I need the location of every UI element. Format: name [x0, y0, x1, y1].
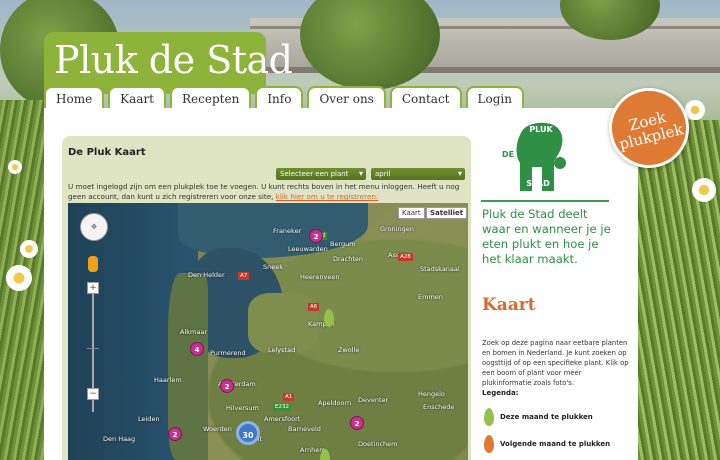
zoom-slider-handle[interactable]	[87, 348, 99, 349]
orange-leaf-icon	[484, 435, 494, 453]
map-label: Hengelo	[418, 390, 445, 398]
map-label: Woerden	[203, 425, 232, 433]
cluster-marker-large[interactable]: 30	[236, 421, 260, 445]
map-info-body: U moet ingelogd zijn om een plukplek toe…	[68, 182, 460, 201]
map-label: Den Helder	[188, 271, 225, 279]
nav-item-contact[interactable]: Contact	[389, 86, 462, 110]
daisy-decoration	[6, 265, 32, 291]
map-label: Purmerend	[210, 349, 246, 357]
green-leaf-icon	[484, 408, 494, 426]
map-label: Leeuwarden	[288, 245, 328, 253]
nav-item-kaart[interactable]: Kaart	[108, 86, 167, 110]
map-label: Leiden	[138, 415, 160, 423]
logo-text-pluk: PLUK	[529, 125, 553, 134]
site-title[interactable]: Pluk de Stad	[54, 36, 293, 84]
daisy-decoration	[20, 240, 38, 258]
daisy-decoration	[685, 100, 705, 120]
background-tree	[300, 0, 440, 90]
nav-item-recepten[interactable]: Recepten	[170, 86, 252, 110]
section-description: Zoek op deze pagina naar eetbare planten…	[482, 339, 629, 387]
register-link[interactable]: klik hier om u te registreren.	[276, 192, 378, 201]
background-grass	[638, 120, 720, 460]
nav-item-home[interactable]: Home	[44, 86, 105, 110]
plant-marker[interactable]	[324, 309, 334, 327]
map-label: Zwolle	[338, 346, 360, 354]
map-label: Apeldoorn	[318, 399, 352, 407]
legend-item-this-month: Deze maand te plukken	[484, 408, 593, 426]
road-badge: A6	[308, 303, 320, 311]
cluster-marker[interactable]: 2	[309, 229, 323, 243]
legend-title: Legenda:	[482, 389, 519, 397]
daisy-decoration	[692, 178, 716, 202]
map-label: Bergum	[330, 240, 356, 248]
logo-text-stad: STAD	[526, 179, 550, 188]
road-badge: A1	[283, 393, 295, 401]
road-badge: A28	[398, 253, 413, 261]
logo-text-de: DE	[502, 150, 514, 159]
map-label: Haarlem	[154, 376, 182, 384]
streetview-pegman-icon[interactable]	[88, 256, 98, 272]
main-nav: Home Kaart Recepten Info Over ons Contac…	[44, 86, 524, 110]
zoom-out-button[interactable]: −	[87, 388, 99, 400]
map-type-kaart[interactable]: Kaart	[398, 207, 425, 219]
tagline: Pluk de Stad deelt waar en wanneer je je…	[482, 207, 611, 266]
map-label: Hilversum	[226, 404, 259, 412]
map-label: Enschede	[423, 403, 455, 411]
road-badge: A7	[238, 272, 250, 280]
nav-item-over-ons[interactable]: Over ons	[307, 86, 386, 110]
zoom-in-button[interactable]: +	[87, 282, 99, 294]
nav-item-info[interactable]: Info	[255, 86, 304, 110]
brand-divider	[481, 200, 609, 202]
pluk-de-stad-logo: PLUK DE STAD	[502, 122, 566, 191]
section-title: Kaart	[482, 295, 536, 315]
map-label: Amersfoort	[264, 415, 301, 423]
map-label: Sneek	[263, 263, 284, 271]
map-type-satelliet[interactable]: Satelliet	[426, 207, 468, 219]
legend-item-next-month: Volgende maand te plukken	[484, 435, 610, 453]
cluster-marker[interactable]: 2	[168, 427, 182, 441]
map-label: Lelystad	[268, 346, 296, 354]
map-title: De Pluk Kaart	[68, 147, 146, 158]
cluster-marker[interactable]: 2	[220, 379, 234, 393]
plant-select[interactable]: Selecteer een plant	[276, 168, 366, 180]
map-label: Alkmaar	[180, 328, 207, 336]
map-label: Doetinchem	[358, 440, 398, 448]
map-label: Stadskanaal	[420, 265, 460, 273]
map-pan-control[interactable]: ✥	[80, 213, 108, 241]
cluster-marker[interactable]: 4	[190, 342, 204, 356]
map-label: Heerenveen	[300, 273, 340, 281]
map-info-text: U moet ingelogd zijn om een plukplek toe…	[68, 182, 468, 202]
map-label: Deventer	[358, 396, 389, 404]
legend-label: Volgende maand te plukken	[500, 440, 611, 448]
map-label: Barneveld	[288, 425, 321, 433]
legend-label: Deze maand te plukken	[500, 413, 593, 421]
plant-marker[interactable]	[320, 449, 330, 460]
month-select[interactable]: april	[371, 168, 465, 180]
map-label: Emmen	[418, 293, 443, 301]
pluk-map[interactable]: Groningen Leeuwarden Franeker Bergum Dra…	[68, 203, 468, 460]
road-badge: E232	[273, 403, 291, 411]
cluster-marker[interactable]: 2	[350, 416, 364, 430]
map-label: Groningen	[380, 225, 414, 233]
map-label: Franeker	[273, 227, 302, 235]
daisy-decoration	[8, 160, 22, 174]
map-label: Drachten	[333, 255, 364, 263]
nav-item-login[interactable]: Login	[465, 86, 524, 110]
map-label: Den Haag	[103, 435, 136, 443]
